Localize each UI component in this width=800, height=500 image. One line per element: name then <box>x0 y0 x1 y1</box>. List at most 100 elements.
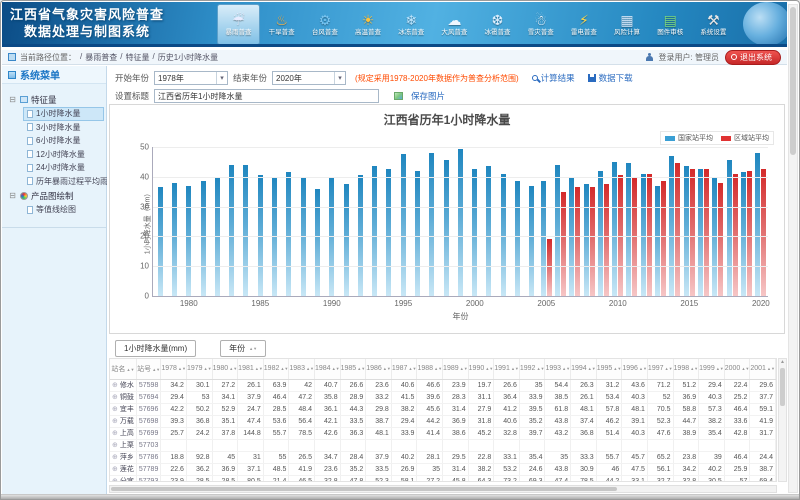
column-header-year-2001[interactable]: 2001 ▲▼ <box>750 359 776 379</box>
station-name-cell[interactable]: ⊕萍乡 <box>110 451 136 463</box>
row-expander-icon[interactable]: ⊕ <box>112 466 118 473</box>
column-header-station[interactable]: 站名 ▲▼ <box>110 359 136 379</box>
chart-title-input[interactable] <box>154 89 379 103</box>
end-year-select[interactable]: 2020年 ▾ <box>272 71 346 85</box>
column-header-year-1992[interactable]: 1992 ▲▼ <box>519 359 545 379</box>
value-cell: 47.5 <box>622 463 648 475</box>
column-header-year-1994[interactable]: 1994 ▲▼ <box>571 359 597 379</box>
row-expander-icon[interactable]: ⊕ <box>112 442 118 449</box>
station-name-cell[interactable]: ⊕宜丰 <box>110 403 136 415</box>
tree-expander-icon[interactable]: ⊟ <box>8 95 17 104</box>
row-expander-icon[interactable]: ⊕ <box>112 394 118 401</box>
column-header-year-1983[interactable]: 1983 ▲▼ <box>289 359 315 379</box>
column-header-year-1985[interactable]: 1985 ▲▼ <box>340 359 366 379</box>
column-header-year-1991[interactable]: 1991 ▲▼ <box>494 359 520 379</box>
table-hscroll-thumb[interactable] <box>111 487 617 491</box>
nav-item-drought[interactable]: ♨干旱普查 <box>260 4 303 45</box>
station-name-cell[interactable]: ⊕修水 <box>110 379 136 391</box>
column-header-year-1995[interactable]: 1995 ▲▼ <box>596 359 622 379</box>
breadcrumb-item[interactable]: 特征量 <box>125 52 149 63</box>
row-expander-icon[interactable]: ⊕ <box>112 418 118 425</box>
tree-leaf[interactable]: 24小时降水量 <box>23 161 104 175</box>
tree-node-1[interactable]: ⊟产品图绘制 <box>8 188 104 203</box>
row-expander-icon[interactable]: ⊕ <box>112 430 118 437</box>
tree-leaf[interactable]: 1小时降水量 <box>23 107 104 121</box>
column-header-year-1981[interactable]: 1981 ▲▼ <box>238 359 264 379</box>
value-cell: 34.2 <box>673 463 699 475</box>
column-header-year-2000[interactable]: 2000 ▲▼ <box>724 359 750 379</box>
value-cell: 46.2 <box>596 415 622 427</box>
nav-item-risk-calc[interactable]: ▦风险计算 <box>606 4 649 45</box>
value-cell: 50.2 <box>186 403 212 415</box>
scroll-up-icon[interactable]: ▲ <box>779 359 786 366</box>
tree-expander-icon[interactable]: ⊟ <box>8 191 17 200</box>
station-name-cell[interactable]: ⊕莲花 <box>110 463 136 475</box>
tree-leaf[interactable]: 历年暴雨过程平均雨量 <box>23 175 104 189</box>
column-header-year-1982[interactable]: 1982 ▲▼ <box>263 359 289 379</box>
nav-item-typhoon[interactable]: ⚙台风普查 <box>303 4 346 45</box>
column-header-year-2002[interactable]: 2002 ▲▼ <box>775 359 777 379</box>
column-header-year-1998[interactable]: 1998 ▲▼ <box>673 359 699 379</box>
tree-leaf[interactable]: 等值线绘图 <box>23 203 104 217</box>
nav-item-lightning[interactable]: ⚡雷电普查 <box>562 4 605 45</box>
year-sort-control[interactable]: 年份 ▲▼ <box>220 340 266 357</box>
column-header-year-1996[interactable]: 1996 ▲▼ <box>622 359 648 379</box>
tree-leaf[interactable]: 6小时降水量 <box>23 134 104 148</box>
column-header-station-id[interactable]: 站号 ▲▼ <box>136 359 160 379</box>
table-horizontal-scrollbar[interactable] <box>109 485 777 493</box>
tree-leaf[interactable]: 3小时降水量 <box>23 121 104 135</box>
value-cell: 31.7 <box>750 427 776 439</box>
column-header-year-1986[interactable]: 1986 ▲▼ <box>366 359 392 379</box>
column-header-year-1979[interactable]: 1979 ▲▼ <box>186 359 212 379</box>
tree-node-0[interactable]: ⊟特征量 <box>8 92 104 107</box>
column-header-year-1980[interactable]: 1980 ▲▼ <box>212 359 238 379</box>
value-cell: 38.7 <box>750 463 776 475</box>
station-name-cell[interactable]: ⊕万载 <box>110 415 136 427</box>
station-name-cell[interactable]: ⊕上高 <box>110 427 136 439</box>
column-header-year-1997[interactable]: 1997 ▲▼ <box>647 359 673 379</box>
row-expander-icon[interactable]: ⊕ <box>112 382 118 389</box>
value-cell: 51.2 <box>673 379 699 391</box>
x-tick-label: 1985 <box>251 299 269 308</box>
nav-item-gale[interactable]: ☁大风普查 <box>433 4 476 45</box>
tree-leaf[interactable]: 12小时降水量 <box>23 148 104 162</box>
table-vscroll-thumb[interactable] <box>780 368 785 406</box>
table-vertical-scrollbar[interactable]: ▲ <box>778 358 787 482</box>
nav-item-map-review[interactable]: ▤图件审核 <box>649 4 692 45</box>
nav-item-freeze[interactable]: ❄冰冻普查 <box>390 4 433 45</box>
nav-item-rainstorm[interactable]: ☔暴雨普查 <box>217 4 260 45</box>
station-name-cell[interactable]: ⊕上栗 <box>110 439 136 451</box>
value-cell: 45.7 <box>622 451 648 463</box>
nav-item-hail[interactable]: ❆冰雹普查 <box>476 4 519 45</box>
table-tab-precip[interactable]: 1小时降水量(mm) <box>115 340 196 357</box>
value-cell: 24.4 <box>750 451 776 463</box>
document-icon <box>27 177 33 185</box>
breadcrumb-item[interactable]: 历史1小时降水量 <box>158 52 218 63</box>
column-header-year-1989[interactable]: 1989 ▲▼ <box>443 359 469 379</box>
value-cell: 29.6 <box>750 379 776 391</box>
row-expander-icon[interactable]: ⊕ <box>112 406 118 413</box>
breadcrumb-bar: 当前路径位置： /暴雨普查/特征量/历史1小时降水量 登录用户: 管理员 退出系… <box>2 50 787 65</box>
nav-item-settings[interactable]: ⚒系统设置 <box>692 4 735 45</box>
page-vertical-scrollbar[interactable] <box>788 4 798 493</box>
column-header-year-1988[interactable]: 1988 ▲▼ <box>417 359 443 379</box>
column-header-year-1984[interactable]: 1984 ▲▼ <box>315 359 341 379</box>
start-year-select[interactable]: 1978年 ▾ <box>154 71 228 85</box>
column-header-year-1990[interactable]: 1990 ▲▼ <box>468 359 494 379</box>
column-header-year-1987[interactable]: 1987 ▲▼ <box>391 359 417 379</box>
page-scrollbar-thumb[interactable] <box>790 7 796 155</box>
calculate-button[interactable]: 计算结果 <box>532 72 575 84</box>
column-header-year-1978[interactable]: 1978 ▲▼ <box>161 359 187 379</box>
column-header-year-1999[interactable]: 1999 ▲▼ <box>699 359 725 379</box>
logout-button[interactable]: 退出系统 <box>725 50 781 65</box>
station-name-cell[interactable]: ⊕铜鼓 <box>110 391 136 403</box>
column-header-year-1993[interactable]: 1993 ▲▼ <box>545 359 571 379</box>
row-expander-icon[interactable]: ⊕ <box>112 478 118 482</box>
nav-item-high-temp[interactable]: ☀高温普查 <box>347 4 390 45</box>
row-expander-icon[interactable]: ⊕ <box>112 454 118 461</box>
download-button[interactable]: 数据下载 <box>588 72 633 84</box>
save-image-button[interactable]: 保存图片 <box>411 90 445 102</box>
nav-item-snow[interactable]: ☃雪灾普查 <box>519 4 562 45</box>
station-name-cell[interactable]: ⊕分宜 <box>110 475 136 482</box>
breadcrumb-item[interactable]: 暴雨普查 <box>85 52 117 63</box>
